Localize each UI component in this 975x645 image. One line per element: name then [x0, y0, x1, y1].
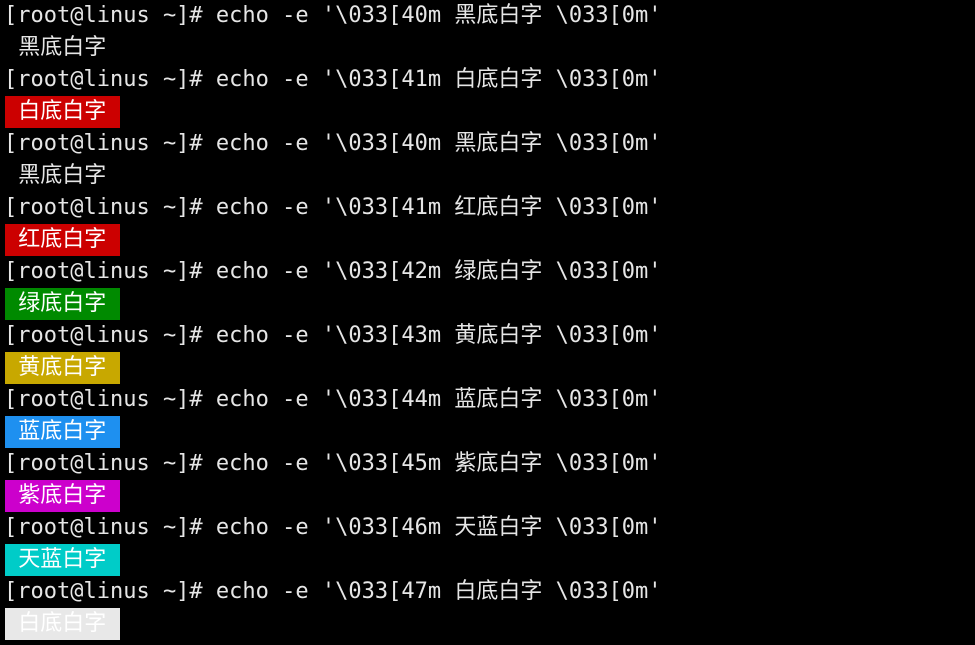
command-output: 黑底白字	[0, 32, 975, 64]
command-output: 黑底白字	[0, 160, 975, 192]
command-line: [root@linus ~]# echo -e '\033[45m 紫底白字 \…	[4, 451, 662, 476]
command-line: [root@linus ~]# echo -e '\033[47m 白底白字 \…	[4, 579, 662, 604]
command-line: [root@linus ~]# echo -e '\033[40m 黑底白字 \…	[4, 3, 662, 28]
terminal-window[interactable]: [root@linus ~]# echo -e '\033[40m 黑底白字 \…	[0, 0, 975, 645]
terminal-screen[interactable]: [root@linus ~]# echo -e '\033[40m 黑底白字 \…	[0, 0, 975, 640]
command-output: 天蓝白字	[0, 544, 975, 576]
command-line: [root@linus ~]# echo -e '\033[46m 天蓝白字 \…	[4, 515, 662, 540]
output-colored-text: 天蓝白字	[5, 544, 120, 576]
command-output: 黄底白字	[0, 352, 975, 384]
command-line: [root@linus ~]# echo -e '\033[41m 白底白字 \…	[4, 67, 662, 92]
command-output: 白底白字	[0, 96, 975, 128]
output-colored-text: 绿底白字	[5, 288, 120, 320]
output-colored-text: 白底白字	[5, 96, 120, 128]
output-colored-text: 黑底白字	[5, 160, 120, 192]
output-colored-text: 红底白字	[5, 224, 120, 256]
command-output: 白底白字	[0, 608, 975, 640]
command-line: [root@linus ~]# echo -e '\033[44m 蓝底白字 \…	[4, 387, 662, 412]
command-output: 红底白字	[0, 224, 975, 256]
command-output: 绿底白字	[0, 288, 975, 320]
output-colored-text: 白底白字	[5, 608, 120, 640]
command-output: 蓝底白字	[0, 416, 975, 448]
command-line: [root@linus ~]# echo -e '\033[43m 黄底白字 \…	[4, 323, 662, 348]
command-line: [root@linus ~]# echo -e '\033[40m 黑底白字 \…	[4, 131, 662, 156]
command-line: [root@linus ~]# echo -e '\033[42m 绿底白字 \…	[4, 259, 662, 284]
output-colored-text: 蓝底白字	[5, 416, 120, 448]
output-colored-text: 紫底白字	[5, 480, 120, 512]
output-colored-text: 黑底白字	[5, 32, 120, 64]
command-line: [root@linus ~]# echo -e '\033[41m 红底白字 \…	[4, 195, 662, 220]
output-colored-text: 黄底白字	[5, 352, 120, 384]
command-output: 紫底白字	[0, 480, 975, 512]
